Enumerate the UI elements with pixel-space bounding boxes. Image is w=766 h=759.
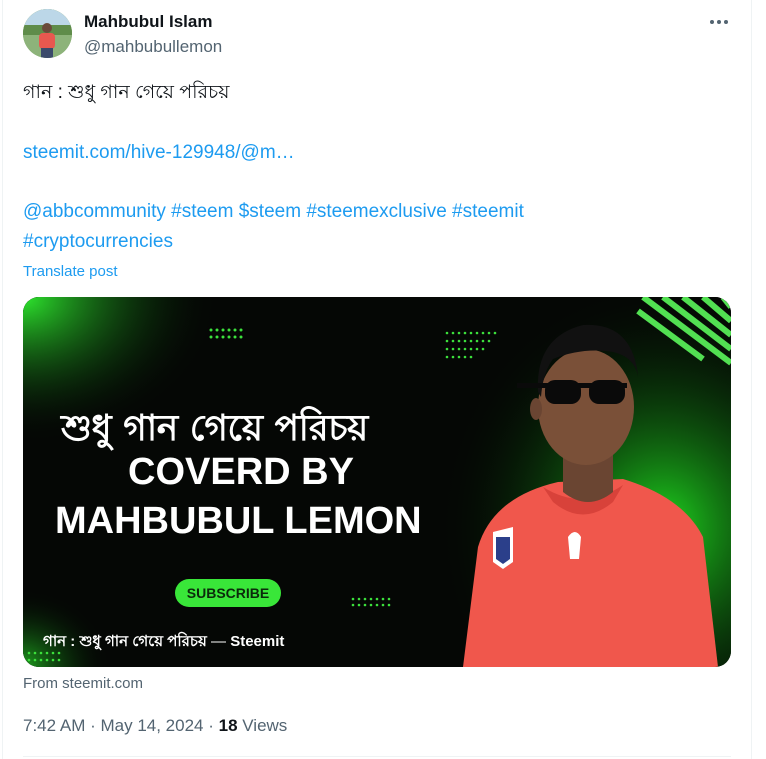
mention-abbcommunity[interactable]: @abbcommunity xyxy=(23,201,166,222)
post-link[interactable]: steemit.com/hive-129948/@m… xyxy=(23,142,295,164)
hashtag-steem[interactable]: #steem xyxy=(171,201,233,222)
views-label: Views xyxy=(237,716,288,735)
translate-post-button[interactable]: Translate post xyxy=(23,263,118,280)
author-handle[interactable]: @mahbubullemon xyxy=(84,37,222,57)
avatar[interactable] xyxy=(23,9,72,58)
post-meta: 7:42 AM · May 14, 2024 · 18 Views xyxy=(23,716,287,736)
post-time[interactable]: 7:42 AM xyxy=(23,716,85,735)
card-caption: গান : শুধু গান গেয়ে পরিচয় — Steemit xyxy=(43,630,284,655)
subscribe-graphic: SUBSCRIBE xyxy=(175,579,281,607)
cashtag-steem[interactable]: $steem xyxy=(239,201,301,222)
card-caption-title: গান : শুধু গান গেয়ে পরিচয় xyxy=(43,633,207,650)
meta-separator: · xyxy=(85,716,101,735)
card-caption-separator: — xyxy=(206,633,231,650)
views-count: 18 xyxy=(218,716,238,735)
timeline-right-border xyxy=(751,0,752,759)
post-text: গান : শুধু গান গেয়ে পরিচয় xyxy=(23,82,230,103)
more-horizontal-icon[interactable] xyxy=(704,10,734,34)
hashtags-line-1: @abbcommunity #steem $steem #steemexclus… xyxy=(23,201,524,223)
dot xyxy=(710,20,714,24)
author-display-name[interactable]: Mahbubul Islam xyxy=(84,12,212,32)
dot xyxy=(717,20,721,24)
hashtag-steemexclusive[interactable]: #steemexclusive xyxy=(306,201,446,222)
hashtag-steemit[interactable]: #steemit xyxy=(452,201,524,222)
timeline-left-border xyxy=(2,0,3,759)
link-preview-card[interactable]: শুধু গান গেয়ে পরিচয় COVERD BY MAHBUBUL… xyxy=(23,297,731,667)
hashtags-line-2: #cryptocurrencies xyxy=(23,231,173,253)
meta-separator: · xyxy=(203,716,219,735)
hashtag-cryptocurrencies[interactable]: #cryptocurrencies xyxy=(23,231,173,252)
card-title-line-2: MAHBUBUL LEMON xyxy=(55,500,422,542)
dot xyxy=(724,20,728,24)
card-source-domain[interactable]: From steemit.com xyxy=(23,675,143,692)
card-caption-source: Steemit xyxy=(230,633,285,650)
divider xyxy=(23,756,731,757)
post-date[interactable]: May 14, 2024 xyxy=(100,716,203,735)
card-title-line-1: COVERD BY xyxy=(128,451,354,493)
